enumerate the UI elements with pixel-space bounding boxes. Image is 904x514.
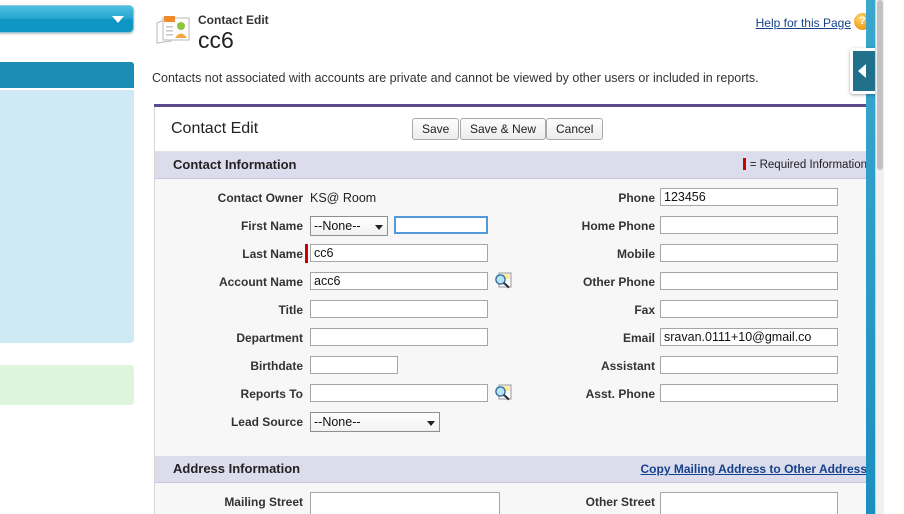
- contact-edit-panel: Contact Edit Save Save & New Cancel Cont…: [154, 104, 880, 514]
- field-input-home-phone[interactable]: [660, 216, 838, 234]
- intro-text: Contacts not associated with accounts ar…: [152, 71, 759, 85]
- field-label-other-street: Other Street: [585, 495, 655, 509]
- field-label-other-phone: Other Phone: [582, 275, 655, 289]
- field-select-salutation[interactable]: --None--: [310, 216, 388, 236]
- field-label-title: Title: [278, 303, 303, 317]
- page-scrollbar[interactable]: [875, 0, 884, 514]
- required-legend-text: = Required Information: [749, 159, 867, 171]
- contact-information-header: Contact Information = Required Informati…: [155, 152, 879, 179]
- left-sidebar: .. s html ssage le Bin: [0, 0, 134, 514]
- chevron-left-icon: [858, 64, 866, 78]
- field-input-mobile[interactable]: [660, 244, 838, 262]
- required-indicator-last-name: [305, 244, 308, 263]
- field-input-other-street[interactable]: [660, 492, 838, 514]
- sidebar-panel: html ssage le: [0, 90, 134, 343]
- cancel-button[interactable]: Cancel: [546, 118, 604, 140]
- field-input-birthdate[interactable]: [310, 356, 398, 374]
- app-switcher-dropdown[interactable]: ..: [0, 5, 134, 33]
- sidebar-section-header: s: [0, 62, 134, 88]
- contact-information-fields: Contact Owner KS@ Room First Name --None-- L…: [155, 179, 879, 456]
- required-bar-icon: [742, 158, 746, 170]
- field-input-fax[interactable]: [660, 300, 838, 318]
- chevron-down-icon: [112, 16, 124, 23]
- field-input-last-name[interactable]: [310, 244, 488, 262]
- field-input-other-phone[interactable]: [660, 272, 838, 290]
- page-header: Contact Edit cc6 Help for this Page ?: [150, 0, 884, 62]
- field-input-assistant[interactable]: [660, 356, 838, 374]
- scrollbar-thumb[interactable]: [877, 0, 883, 170]
- chevron-down-icon: [427, 421, 435, 426]
- field-label-mailing-street: Mailing Street: [224, 495, 303, 509]
- field-label-contact-owner: Contact Owner: [217, 191, 303, 205]
- field-input-account-name[interactable]: [310, 272, 488, 290]
- address-information-title: Address Information: [173, 461, 301, 476]
- field-input-asst-phone[interactable]: [660, 384, 838, 402]
- field-input-email[interactable]: [660, 328, 838, 346]
- field-input-reports-to[interactable]: [310, 384, 488, 402]
- required-information-legend: = Required Information: [742, 158, 867, 171]
- field-label-mobile: Mobile: [617, 247, 655, 261]
- field-label-last-name: Last Name: [242, 247, 303, 261]
- page-title: cc6: [198, 27, 234, 53]
- field-label-fax: Fax: [634, 303, 655, 317]
- field-label-phone: Phone: [618, 191, 655, 205]
- copy-mailing-address-link[interactable]: Copy Mailing Address to Other Address: [641, 462, 867, 476]
- chevron-down-icon: [375, 225, 383, 230]
- help-for-this-page-link[interactable]: Help for this Page: [756, 16, 851, 30]
- field-label-asst-phone: Asst. Phone: [585, 387, 655, 401]
- save-and-new-button[interactable]: Save & New: [460, 118, 547, 140]
- address-information-header: Address Information Copy Mailing Address…: [155, 456, 879, 483]
- salesforce-contact-edit-page: .. s html ssage le Bin: [0, 0, 904, 514]
- button-bar: Contact Edit Save Save & New Cancel: [155, 107, 879, 152]
- field-input-title[interactable]: [310, 300, 488, 318]
- save-button[interactable]: Save: [412, 118, 460, 140]
- address-information-fields: Mailing Street Other Street: [155, 483, 879, 514]
- field-input-department[interactable]: [310, 328, 488, 346]
- field-label-reports-to: Reports To: [240, 387, 303, 401]
- field-label-lead-source: Lead Source: [230, 415, 303, 429]
- field-label-account-name: Account Name: [218, 275, 303, 289]
- contact-card-icon: [156, 16, 190, 44]
- panel-body: Contact Edit Save Save & New Cancel Cont…: [154, 107, 880, 514]
- field-input-mailing-street[interactable]: [310, 492, 500, 514]
- main-content: Contact Edit cc6 Help for this Page ? Co…: [150, 0, 884, 514]
- field-label-email: Email: [622, 331, 655, 345]
- field-label-birthdate: Birthdate: [250, 359, 303, 373]
- field-label-first-name: First Name: [240, 219, 303, 233]
- contact-information-title: Contact Information: [173, 157, 297, 172]
- field-label-assistant: Assistant: [600, 359, 655, 373]
- field-label-department: Department: [236, 331, 303, 345]
- field-input-first-name[interactable]: [394, 216, 488, 234]
- field-input-phone[interactable]: [660, 188, 838, 206]
- recycle-bin-section[interactable]: Bin: [0, 365, 134, 405]
- panel-title: Contact Edit: [171, 120, 259, 137]
- field-label-home-phone: Home Phone: [581, 219, 655, 233]
- field-value-contact-owner: KS@ Room: [310, 191, 377, 205]
- page-kicker: Contact Edit: [198, 13, 269, 27]
- field-select-lead-source[interactable]: --None--: [310, 412, 440, 432]
